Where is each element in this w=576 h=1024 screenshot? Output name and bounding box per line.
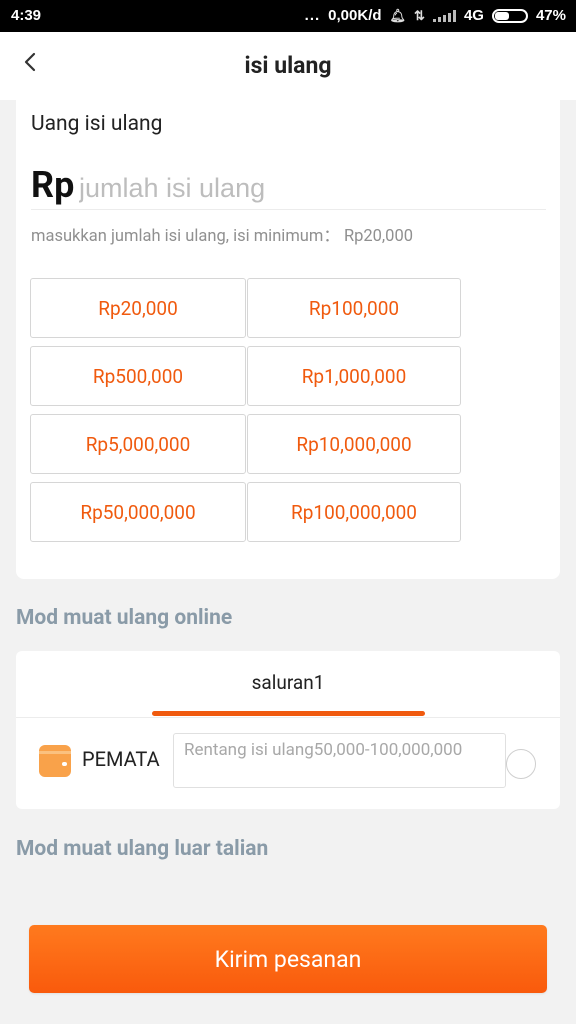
preset-amount-button[interactable]: Rp100,000,000 xyxy=(247,482,461,542)
divider xyxy=(16,717,560,718)
amount-input[interactable] xyxy=(79,168,539,208)
amount-hint: masukkan jumlah isi ulang, isi minimum： … xyxy=(31,227,413,246)
battery-percent: 47% xyxy=(535,7,566,24)
offline-section-title[interactable]: Mod muat ulang luar talian xyxy=(16,837,268,861)
currency-prefix: Rp xyxy=(31,164,75,206)
tab-channel-1[interactable]: saluran1 xyxy=(16,651,560,716)
network-speed: 0,00K/d xyxy=(328,7,382,24)
status-time: 4:39 xyxy=(11,7,42,24)
data-transfer-icon: ⇅ xyxy=(414,7,425,23)
app-header: isi ulang xyxy=(0,32,576,100)
tab-label: saluran1 xyxy=(251,671,325,694)
status-bar: 4:39 ... 0,00K/d 🔔︎ ⇅ 4G 47% xyxy=(0,0,576,32)
mute-icon: 🔔︎ xyxy=(389,7,407,23)
preset-amount-button[interactable]: Rp20,000 xyxy=(30,278,246,338)
topup-label: Uang isi ulang xyxy=(31,112,163,136)
preset-amount-button[interactable]: Rp50,000,000 xyxy=(30,482,246,542)
submit-order-button[interactable]: Kirim pesanan xyxy=(29,925,547,993)
notification-dots: ... xyxy=(304,7,321,24)
preset-amount-button[interactable]: Rp10,000,000 xyxy=(247,414,461,474)
preset-amount-button[interactable]: Rp100,000 xyxy=(247,278,461,338)
payment-method-radio[interactable] xyxy=(506,749,536,779)
preset-amount-button[interactable]: Rp1,000,000 xyxy=(247,346,461,406)
preset-amount-grid: Rp20,000 Rp100,000 Rp500,000 Rp1,000,000… xyxy=(30,278,462,542)
network-type: 4G xyxy=(463,7,484,24)
range-field: Rentang isi ulang50,000-100,000,000 xyxy=(173,733,506,788)
preset-amount-button[interactable]: Rp500,000 xyxy=(30,346,246,406)
preset-amount-button[interactable]: Rp5,000,000 xyxy=(30,414,246,474)
battery-icon xyxy=(491,8,528,23)
amount-row: Rp xyxy=(31,160,546,210)
topup-card: Uang isi ulang Rp masukkan jumlah isi ul… xyxy=(16,100,560,579)
online-method-card: saluran1 PEMATA Rentang isi ulang50,000-… xyxy=(16,651,560,809)
tab-active-indicator xyxy=(152,711,425,716)
page-title: isi ulang xyxy=(244,52,332,79)
online-section-title: Mod muat ulang online xyxy=(16,606,233,630)
status-icons: ... 0,00K/d 🔔︎ ⇅ 4G 47% xyxy=(305,7,566,24)
payment-method-name: PEMATA xyxy=(82,747,160,771)
signal-icon xyxy=(432,9,456,22)
wallet-icon xyxy=(39,745,71,777)
